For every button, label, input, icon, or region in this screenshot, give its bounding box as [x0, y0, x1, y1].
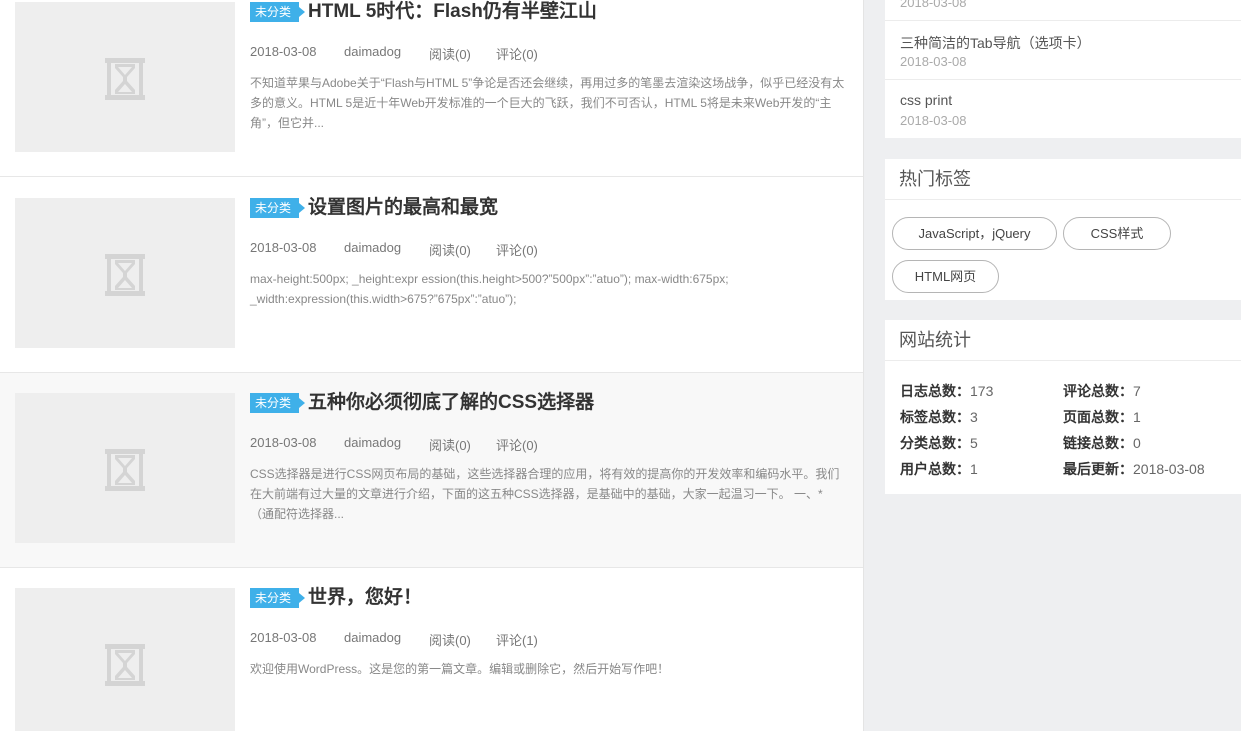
post-excerpt: 不知道苹果与Adobe关于“Flash与HTML 5”争论是否还会继续，再用过多…	[250, 76, 845, 130]
hourglass-icon	[105, 644, 145, 686]
stat-comments: 评论总数：7	[1063, 383, 1141, 399]
post-excerpt: max-height:500px; _height:expr ession(th…	[250, 272, 729, 306]
post-title[interactable]: HTML 5时代：Flash仍有半壁江山	[308, 0, 597, 25]
recent-post-title[interactable]: 三种简洁的Tab导航（选项卡）	[900, 33, 1091, 53]
post-thumbnail[interactable]	[15, 588, 235, 731]
recent-posts-widget: 2018-03-08 三种简洁的Tab导航（选项卡） 2018-03-08 cs…	[885, 0, 1241, 138]
widget-title: 网站统计	[885, 320, 1241, 361]
post-date: 2018-03-08	[250, 44, 317, 59]
site-stats-widget: 网站统计 日志总数：173 评论总数：7 标签总数：3 页面总数：1 分类总数：…	[885, 320, 1241, 494]
post-views: 阅读(0)	[429, 47, 471, 62]
post-views: 阅读(0)	[429, 438, 471, 453]
post-comments[interactable]: 评论(0)	[496, 44, 538, 63]
recent-post-date: 2018-03-08	[900, 113, 967, 128]
post-author[interactable]: daimadog	[344, 435, 401, 450]
post-thumbnail[interactable]	[15, 198, 235, 348]
hourglass-icon	[105, 58, 145, 100]
tag-html[interactable]: HTML网页	[892, 260, 999, 293]
recent-post-date: 2018-03-08	[900, 54, 967, 69]
post-comments[interactable]: 评论(1)	[496, 630, 538, 649]
post-thumbnail[interactable]	[15, 2, 235, 152]
recent-post-date: 2018-03-08	[900, 0, 967, 10]
post-thumbnail[interactable]	[15, 393, 235, 543]
stat-users: 用户总数：1	[900, 461, 978, 477]
post-list: 未分类 HTML 5时代：Flash仍有半壁江山 2018-03-08 daim…	[0, 0, 864, 731]
stat-categories: 分类总数：5	[900, 435, 978, 451]
post-title[interactable]: 世界，您好！	[308, 585, 422, 611]
post-date: 2018-03-08	[250, 240, 317, 255]
widget-title: 热门标签	[885, 159, 1241, 200]
post-item: 未分类 设置图片的最高和最宽 2018-03-08 daimadog 阅读(0)…	[0, 178, 863, 373]
post-excerpt: CSS选择器是进行CSS网页布局的基础，这些选择器合理的应用，将有效的提高你的开…	[250, 467, 840, 521]
category-badge[interactable]: 未分类	[250, 198, 306, 218]
post-comments[interactable]: 评论(0)	[496, 435, 538, 454]
post-date: 2018-03-08	[250, 435, 317, 450]
stat-links: 链接总数：0	[1063, 435, 1141, 451]
post-author[interactable]: daimadog	[344, 240, 401, 255]
post-author[interactable]: daimadog	[344, 44, 401, 59]
hourglass-icon	[105, 254, 145, 296]
post-title[interactable]: 设置图片的最高和最宽	[308, 195, 498, 221]
category-badge[interactable]: 未分类	[250, 2, 306, 22]
post-date: 2018-03-08	[250, 630, 317, 645]
stat-tags: 标签总数：3	[900, 409, 978, 425]
category-badge[interactable]: 未分类	[250, 588, 306, 608]
recent-post-item[interactable]: 三种简洁的Tab导航（选项卡） 2018-03-08	[885, 21, 1241, 80]
post-comments[interactable]: 评论(0)	[496, 240, 538, 259]
stat-posts: 日志总数：173	[900, 383, 994, 399]
post-item: 未分类 HTML 5时代：Flash仍有半壁江山 2018-03-08 daim…	[0, 0, 863, 177]
post-title[interactable]: 五种你必须彻底了解的CSS选择器	[308, 390, 594, 416]
post-views: 阅读(0)	[429, 633, 471, 648]
post-item: 未分类 五种你必须彻底了解的CSS选择器 2018-03-08 daimadog…	[0, 373, 863, 568]
tag-css[interactable]: CSS样式	[1063, 217, 1171, 250]
recent-post-title[interactable]: css print	[900, 92, 952, 108]
post-excerpt: 欢迎使用WordPress。这是您的第一篇文章。编辑或删除它，然后开始写作吧！	[250, 662, 670, 676]
post-item: 未分类 世界，您好！ 2018-03-08 daimadog 阅读(0) 评论(…	[0, 568, 863, 731]
tag-javascript-jquery[interactable]: JavaScript，jQuery	[892, 217, 1057, 250]
stat-pages: 页面总数：1	[1063, 409, 1141, 425]
recent-post-item[interactable]: 2018-03-08	[885, 0, 1241, 21]
recent-post-item[interactable]: css print 2018-03-08	[885, 80, 1241, 139]
stat-last-updated: 最后更新：2018-03-08	[1063, 461, 1205, 477]
post-author[interactable]: daimadog	[344, 630, 401, 645]
post-views: 阅读(0)	[429, 243, 471, 258]
hot-tags-widget: 热门标签 JavaScript，jQuery CSS样式 HTML网页	[885, 159, 1241, 300]
category-badge[interactable]: 未分类	[250, 393, 306, 413]
hourglass-icon	[105, 449, 145, 491]
